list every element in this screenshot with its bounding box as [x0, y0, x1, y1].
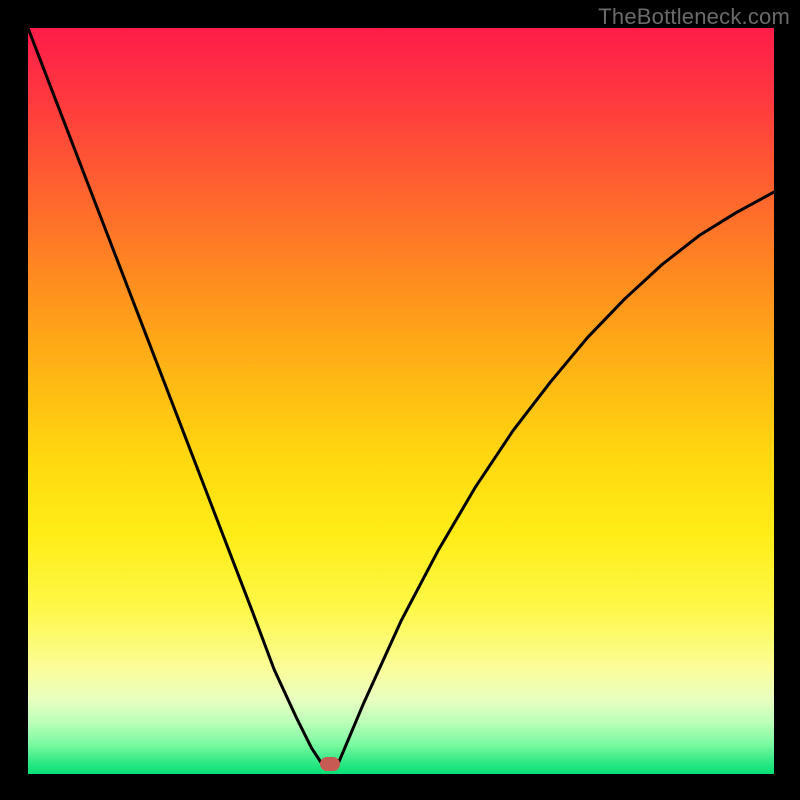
optimal-marker	[320, 757, 340, 771]
watermark-text: TheBottleneck.com	[598, 4, 790, 30]
bottleneck-curve	[28, 28, 774, 774]
plot-area	[28, 28, 774, 774]
chart-frame: TheBottleneck.com	[0, 0, 800, 800]
